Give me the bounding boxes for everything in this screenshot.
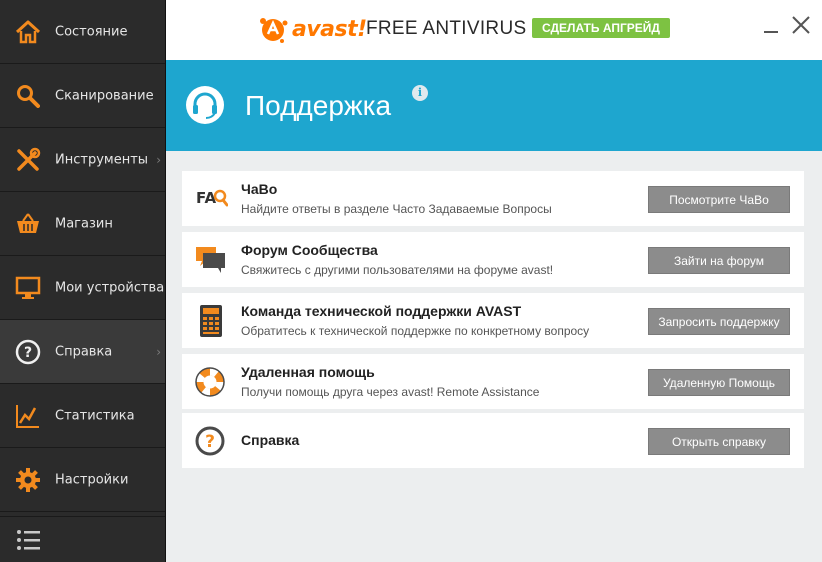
sidebar-item-label: Статистика — [55, 408, 135, 423]
sidebar-item-help[interactable]: ? Справка › — [0, 320, 165, 384]
main-panel: avast! FREE ANTIVIRUS СДЕЛАТЬ АПГРЕЙД По… — [165, 0, 822, 562]
sidebar-item-label: Настройки — [55, 472, 129, 487]
sidebar-item-label: Магазин — [55, 216, 113, 231]
minimize-button[interactable] — [762, 14, 780, 36]
card-title: ЧаВо — [241, 181, 278, 197]
card-description: Найдите ответы в разделе Часто Задаваемы… — [241, 202, 552, 216]
card-title: Справка — [241, 432, 300, 448]
svg-text:?: ? — [24, 345, 32, 361]
sidebar-menu-toggle[interactable] — [0, 516, 165, 562]
page-header: Поддержка i — [166, 60, 822, 151]
card-title: Команда технической поддержки AVAST — [241, 303, 522, 319]
monitor-icon — [14, 274, 42, 302]
support-card-help: ? Справка Открыть справку — [182, 413, 804, 468]
support-card-forum: Форум Сообщества Свяжитесь с другими пол… — [182, 232, 804, 287]
sidebar-item-label: Мои устройства — [55, 280, 165, 295]
upgrade-button[interactable]: СДЕЛАТЬ АПГРЕЙД — [532, 18, 670, 38]
chevron-right-icon: › — [156, 344, 161, 359]
sidebar-item-devices[interactable]: Мои устройства — [0, 256, 165, 320]
sidebar: Состояние Сканирование Инструменты › Маг… — [0, 0, 165, 562]
sidebar-item-scan[interactable]: Сканирование — [0, 64, 165, 128]
forum-icon — [194, 244, 228, 276]
chevron-right-icon: › — [156, 152, 161, 167]
view-faq-button[interactable]: Посмотрите ЧаВо — [648, 186, 790, 213]
sidebar-item-label: Состояние — [55, 24, 128, 39]
close-button[interactable] — [790, 14, 812, 36]
remote-assistance-button[interactable]: Удаленную Помощь — [648, 369, 790, 396]
title-bar: avast! FREE ANTIVIRUS СДЕЛАТЬ АПГРЕЙД — [166, 0, 822, 60]
home-icon — [14, 18, 42, 46]
product-name: FREE ANTIVIRUS — [366, 18, 527, 39]
support-card-remote-assistance: Удаленная помощь Получи помощь друга чер… — [182, 354, 804, 409]
info-icon[interactable]: i — [412, 85, 428, 101]
calculator-icon — [194, 305, 228, 337]
headset-icon — [184, 84, 226, 126]
list-icon — [16, 529, 42, 555]
avast-ball-icon — [260, 18, 288, 43]
avast-logo: avast! — [258, 14, 367, 44]
tools-icon — [14, 146, 42, 174]
request-support-button[interactable]: Запросить поддержку — [648, 308, 790, 335]
magnifier-icon — [14, 82, 42, 110]
faq-icon: FA — [194, 183, 228, 215]
chart-icon — [14, 402, 42, 430]
open-help-button[interactable]: Открыть справку — [648, 428, 790, 455]
svg-text:?: ? — [205, 432, 215, 452]
support-card-tech-support: Команда технической поддержки AVAST Обра… — [182, 293, 804, 348]
sidebar-item-statistics[interactable]: Статистика — [0, 384, 165, 448]
card-description: Обратитесь к технической поддержке по ко… — [241, 324, 590, 338]
basket-icon — [14, 210, 42, 238]
card-title: Форум Сообщества — [241, 242, 378, 258]
go-to-forum-button[interactable]: Зайти на форум — [648, 247, 790, 274]
support-card-faq: FA ЧаВо Найдите ответы в разделе Часто З… — [182, 171, 804, 226]
help-question-icon: ? — [194, 425, 228, 457]
lifebuoy-icon — [194, 366, 228, 398]
sidebar-item-label: Инструменты — [55, 152, 149, 167]
sidebar-item-store[interactable]: Магазин — [0, 192, 165, 256]
brand-name: avast! — [292, 16, 367, 42]
close-icon — [792, 16, 810, 34]
sidebar-item-label: Справка — [55, 344, 113, 359]
sidebar-item-label: Сканирование — [55, 88, 154, 103]
card-description: Получи помощь друга через avast! Remote … — [241, 385, 540, 399]
card-title: Удаленная помощь — [241, 364, 375, 380]
sidebar-item-settings[interactable]: Настройки — [0, 448, 165, 512]
help-icon: ? — [14, 338, 42, 366]
page-title: Поддержка — [245, 90, 392, 121]
sidebar-item-tools[interactable]: Инструменты › — [0, 128, 165, 192]
card-description: Свяжитесь с другими пользователями на фо… — [241, 263, 554, 277]
sidebar-item-status[interactable]: Состояние — [0, 0, 165, 64]
gear-icon — [14, 466, 42, 494]
